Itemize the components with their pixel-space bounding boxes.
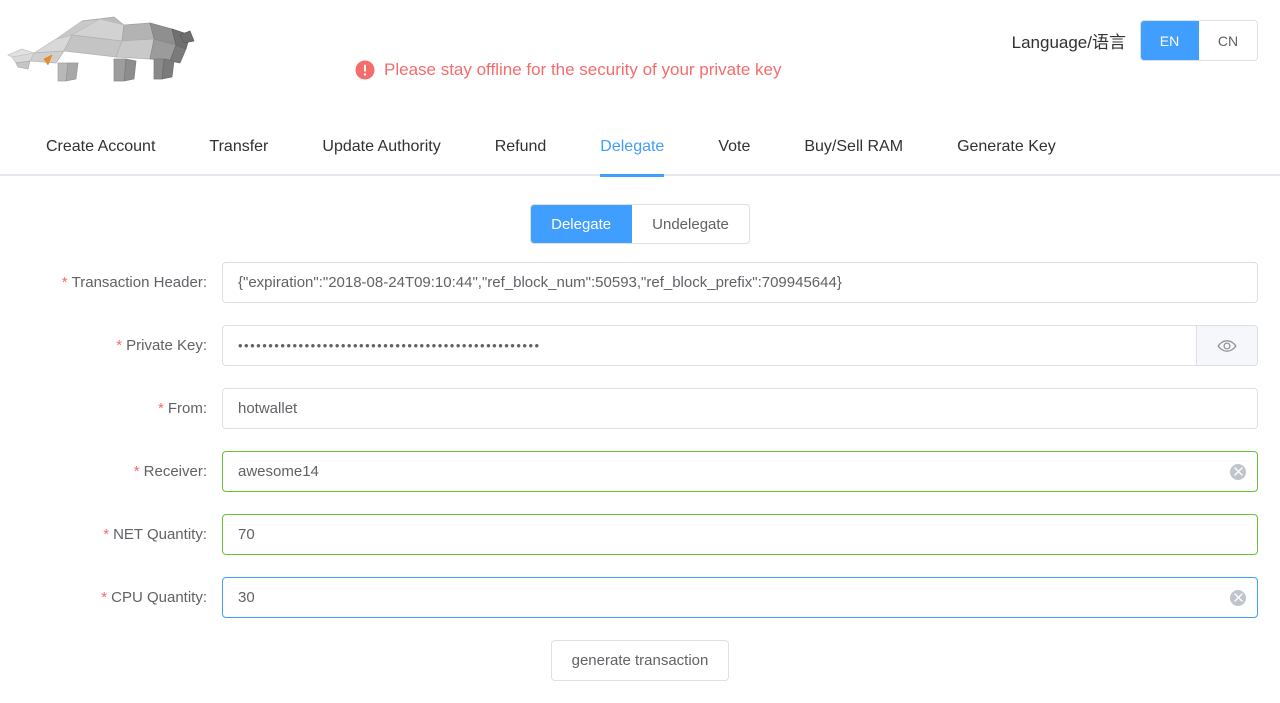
language-segmented-control: EN CN <box>1140 20 1258 61</box>
language-option-cn[interactable]: CN <box>1199 21 1257 60</box>
field-private-key: ••••••••••••••••••••••••••••••••••••••••… <box>222 325 1258 366</box>
eye-icon <box>1217 336 1237 356</box>
label-transaction-header: *Transaction Header: <box>0 274 222 291</box>
page-header: Please stay offline for the security of … <box>0 0 1280 120</box>
label-receiver: *Receiver: <box>0 463 222 480</box>
private-key-input[interactable]: ••••••••••••••••••••••••••••••••••••••••… <box>222 325 1196 366</box>
label-cpu-quantity: *CPU Quantity: <box>0 589 222 606</box>
nav-item-transfer[interactable]: Transfer <box>209 119 268 175</box>
nav-item-delegate[interactable]: Delegate <box>600 119 664 175</box>
label-private-key: *Private Key: <box>0 337 222 354</box>
language-label: Language/语言 <box>1012 28 1126 53</box>
circle-close-icon[interactable] <box>1230 590 1246 606</box>
label-cpu-quantity-text: CPU Quantity: <box>111 589 207 606</box>
mode-option-undelegate[interactable]: Undelegate <box>632 205 749 243</box>
field-transaction-header <box>222 262 1258 303</box>
label-transaction-header-text: Transaction Header: <box>72 274 207 291</box>
label-net-quantity-text: NET Quantity: <box>113 526 207 543</box>
offline-warning: Please stay offline for the security of … <box>355 60 782 80</box>
field-cpu-quantity <box>222 577 1258 618</box>
receiver-input[interactable] <box>222 451 1258 492</box>
toggle-password-visibility-button[interactable] <box>1196 325 1258 366</box>
form-row-from: *From: <box>0 388 1280 429</box>
close-glyph-icon <box>1234 467 1243 476</box>
mode-option-delegate[interactable]: Delegate <box>531 205 632 243</box>
form-row-private-key: *Private Key: ••••••••••••••••••••••••••… <box>0 325 1280 366</box>
form-row-transaction-header: *Transaction Header: <box>0 262 1280 303</box>
delegate-mode-row: Delegate Undelegate <box>0 204 1280 244</box>
form-row-receiver: *Receiver: <box>0 451 1280 492</box>
form-row-net-quantity: *NET Quantity: <box>0 514 1280 555</box>
delegate-mode-toggle: Delegate Undelegate <box>530 204 750 244</box>
cpu-quantity-input[interactable] <box>222 577 1258 618</box>
field-net-quantity <box>222 514 1258 555</box>
required-asterisk: * <box>62 274 68 291</box>
label-net-quantity: *NET Quantity: <box>0 526 222 543</box>
label-receiver-text: Receiver: <box>144 463 207 480</box>
main-nav: Create Account Transfer Update Authority… <box>0 120 1280 176</box>
field-receiver <box>222 451 1258 492</box>
required-asterisk: * <box>116 337 122 354</box>
language-option-en[interactable]: EN <box>1141 21 1199 60</box>
offline-warning-text: Please stay offline for the security of … <box>384 60 782 80</box>
close-glyph-icon <box>1234 593 1243 602</box>
label-private-key-text: Private Key: <box>126 337 207 354</box>
transaction-header-input[interactable] <box>222 262 1258 303</box>
required-asterisk: * <box>103 526 109 543</box>
net-quantity-input[interactable] <box>222 514 1258 555</box>
required-asterisk: * <box>134 463 140 480</box>
warning-circle-icon <box>355 60 375 80</box>
nav-item-generate-key[interactable]: Generate Key <box>957 119 1056 175</box>
label-from: *From: <box>0 400 222 417</box>
nav-item-refund[interactable]: Refund <box>495 119 547 175</box>
language-switcher: Language/语言 EN CN <box>1012 20 1258 61</box>
from-input[interactable] <box>222 388 1258 429</box>
generate-transaction-button[interactable]: generate transaction <box>551 640 730 681</box>
required-asterisk: * <box>101 589 107 606</box>
field-from <box>222 388 1258 429</box>
submit-row: generate transaction <box>0 640 1280 681</box>
rhino-logo-icon <box>4 5 212 89</box>
private-key-input-group: ••••••••••••••••••••••••••••••••••••••••… <box>222 325 1258 366</box>
nav-item-create-account[interactable]: Create Account <box>46 119 155 175</box>
form-row-cpu-quantity: *CPU Quantity: <box>0 577 1280 618</box>
cybex-logo[interactable] <box>4 4 214 90</box>
nav-item-vote[interactable]: Vote <box>718 119 750 175</box>
label-from-text: From: <box>168 400 207 417</box>
nav-item-buy-sell-ram[interactable]: Buy/Sell RAM <box>804 119 903 175</box>
required-asterisk: * <box>158 400 164 417</box>
delegate-form: *Transaction Header: *Private Key: •••••… <box>0 262 1280 681</box>
nav-item-update-authority[interactable]: Update Authority <box>322 119 440 175</box>
circle-close-icon[interactable] <box>1230 464 1246 480</box>
